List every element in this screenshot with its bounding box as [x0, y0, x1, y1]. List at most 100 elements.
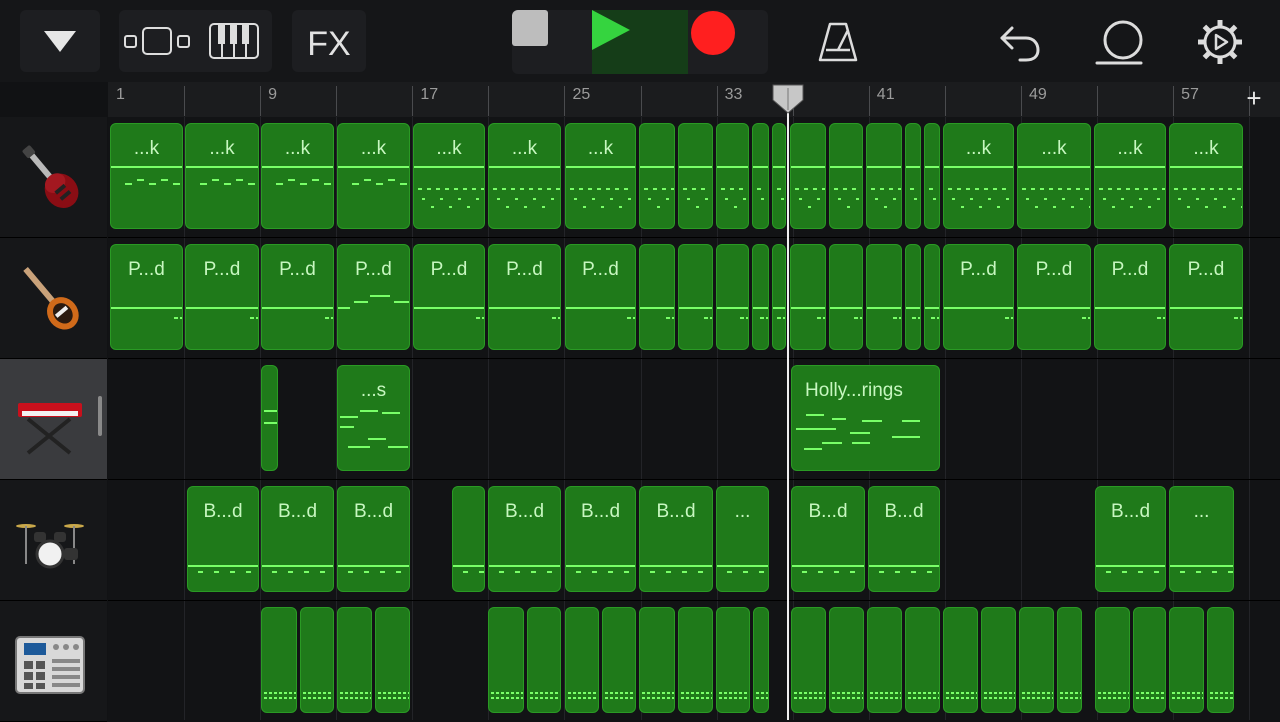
undo-button[interactable]	[990, 12, 1050, 72]
region-keys[interactable]: ...s	[337, 365, 410, 471]
region-beat[interactable]	[1133, 607, 1166, 713]
region-bass[interactable]: P...d	[110, 244, 183, 350]
region-beat[interactable]	[639, 607, 675, 713]
track-header-bass[interactable]	[0, 238, 107, 359]
region-bass[interactable]: P...d	[1169, 244, 1243, 350]
region-bass[interactable]	[716, 244, 749, 350]
region-drums[interactable]: B...d	[187, 486, 259, 592]
region-beat[interactable]	[1019, 607, 1054, 713]
region-beat[interactable]	[1095, 607, 1130, 713]
region-guitar[interactable]: ...k	[1017, 123, 1091, 229]
region-drums[interactable]: ...	[1169, 486, 1234, 592]
record-button[interactable]	[690, 10, 768, 74]
region-guitar[interactable]: ...k	[261, 123, 334, 229]
playhead-handle[interactable]	[772, 84, 804, 114]
region-beat[interactable]	[905, 607, 940, 713]
region-guitar[interactable]	[790, 123, 826, 229]
region-beat[interactable]	[791, 607, 826, 713]
region-guitar[interactable]	[866, 123, 902, 229]
region-beat[interactable]	[488, 607, 524, 713]
region-bass[interactable]	[905, 244, 921, 350]
region-bass[interactable]	[639, 244, 675, 350]
track-header-beat-sequencer[interactable]	[0, 601, 107, 722]
region-guitar[interactable]: ...k	[1094, 123, 1166, 229]
region-beat[interactable]	[565, 607, 599, 713]
region-drums[interactable]: B...d	[488, 486, 561, 592]
region-bass[interactable]: P...d	[1094, 244, 1166, 350]
region-bass[interactable]	[790, 244, 826, 350]
region-beat[interactable]	[981, 607, 1016, 713]
region-beat[interactable]	[375, 607, 410, 713]
region-bass[interactable]: P...d	[943, 244, 1014, 350]
region-guitar[interactable]	[752, 123, 769, 229]
settings-button[interactable]	[1190, 12, 1250, 72]
region-bass[interactable]	[924, 244, 940, 350]
region-beat[interactable]	[261, 607, 297, 713]
region-drums[interactable]: B...d	[791, 486, 865, 592]
region-bass[interactable]: P...d	[413, 244, 485, 350]
region-drums[interactable]: ...	[716, 486, 769, 592]
region-drums[interactable]: B...d	[261, 486, 334, 592]
region-guitar[interactable]: ...k	[1169, 123, 1243, 229]
region-guitar[interactable]	[924, 123, 940, 229]
region-guitar[interactable]: ...k	[110, 123, 183, 229]
region-beat[interactable]	[527, 607, 561, 713]
track-header-guitar[interactable]	[0, 117, 107, 238]
region-beat[interactable]	[602, 607, 636, 713]
track-header-keyboard[interactable]	[0, 359, 107, 480]
region-beat[interactable]	[867, 607, 902, 713]
region-bass[interactable]	[752, 244, 769, 350]
region-bass[interactable]: P...d	[565, 244, 636, 350]
region-bass[interactable]	[866, 244, 902, 350]
region-beat[interactable]	[829, 607, 864, 713]
region-drums[interactable]: B...d	[565, 486, 636, 592]
region-guitar[interactable]: ...k	[943, 123, 1014, 229]
region-guitar[interactable]	[716, 123, 749, 229]
region-beat[interactable]	[943, 607, 978, 713]
region-beat[interactable]	[337, 607, 372, 713]
timeline-ruler[interactable]: 1 9 17 25 33 41 49 57	[108, 82, 1280, 117]
region-bass[interactable]	[772, 244, 786, 350]
browser-button[interactable]	[20, 10, 100, 72]
region-beat[interactable]	[1057, 607, 1082, 713]
loop-browser-button[interactable]	[1090, 12, 1150, 72]
region-bass[interactable]	[678, 244, 713, 350]
region-beat[interactable]	[300, 607, 334, 713]
region-guitar[interactable]	[905, 123, 921, 229]
region-guitar[interactable]	[639, 123, 675, 229]
region-bass[interactable]	[829, 244, 863, 350]
region-guitar[interactable]	[772, 123, 786, 229]
region-beat[interactable]	[1207, 607, 1234, 713]
region-guitar[interactable]: ...k	[185, 123, 259, 229]
add-section-button[interactable]: +	[1240, 84, 1268, 112]
region-drums[interactable]: B...d	[868, 486, 940, 592]
stop-button[interactable]	[512, 10, 590, 74]
instrument-button[interactable]	[197, 10, 272, 72]
region-beat[interactable]	[1169, 607, 1204, 713]
region-bass[interactable]: P...d	[488, 244, 561, 350]
region-keys[interactable]: Holly...rings	[791, 365, 940, 471]
region-beat[interactable]	[678, 607, 713, 713]
region-guitar[interactable]	[678, 123, 713, 229]
region-guitar[interactable]: ...k	[488, 123, 561, 229]
region-beat[interactable]	[716, 607, 750, 713]
region-guitar[interactable]: ...k	[565, 123, 636, 229]
track-header-drums[interactable]	[0, 480, 107, 601]
region-drums[interactable]: B...d	[639, 486, 713, 592]
region-guitar[interactable]	[829, 123, 863, 229]
region-drums[interactable]: B...d	[337, 486, 410, 592]
region-keys[interactable]	[261, 365, 278, 471]
tracks-view-button[interactable]	[119, 10, 195, 72]
tracks-area[interactable]: ...k ...k ...k ...k ...k ...k ...k ...k ...k ...k…	[108, 117, 1280, 720]
region-beat[interactable]	[753, 607, 769, 713]
region-bass[interactable]: P...d	[261, 244, 334, 350]
region-guitar[interactable]: ...k	[337, 123, 410, 229]
play-button[interactable]	[592, 10, 688, 74]
fx-button[interactable]: FX	[292, 10, 366, 72]
metronome-button[interactable]	[808, 12, 868, 72]
region-drums[interactable]	[452, 486, 485, 592]
region-guitar[interactable]: ...k	[413, 123, 485, 229]
region-drums[interactable]: B...d	[1095, 486, 1166, 592]
region-bass[interactable]: P...d	[185, 244, 259, 350]
track-scrollbar[interactable]	[98, 396, 102, 436]
